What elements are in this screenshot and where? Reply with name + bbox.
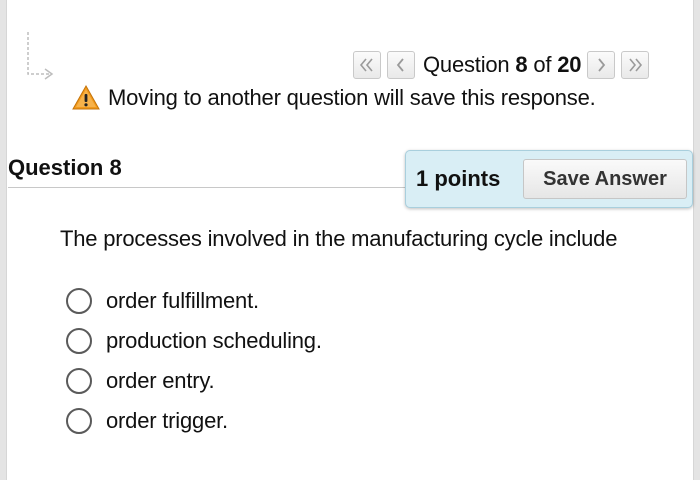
counter-prefix: Question: [423, 52, 516, 77]
save-warning: Moving to another question will save thi…: [72, 84, 596, 112]
right-frame-edge: [693, 0, 700, 480]
answer-option[interactable]: order trigger.: [66, 401, 322, 441]
radio-button[interactable]: [66, 288, 92, 314]
points-label: 1 points: [416, 166, 501, 191]
current-question-number: 8: [515, 52, 528, 77]
first-question-button[interactable]: [353, 51, 381, 79]
chevron-right-icon: [598, 58, 606, 72]
points-panel: 1 points Save Answer: [405, 150, 693, 208]
double-chevron-right-icon: [629, 58, 643, 72]
question-divider: [8, 187, 408, 188]
question-navigation: Question 8 of 20: [353, 49, 650, 81]
answer-option[interactable]: order entry.: [66, 361, 322, 401]
counter-middle: of: [527, 52, 558, 77]
warning-text: Moving to another question will save thi…: [108, 85, 596, 110]
save-answer-button[interactable]: Save Answer: [523, 159, 687, 199]
radio-button[interactable]: [66, 328, 92, 354]
answer-option-label: order trigger.: [106, 408, 228, 433]
next-question-button[interactable]: [587, 51, 616, 79]
warning-triangle-icon: [72, 84, 100, 110]
total-questions-number: 20: [557, 52, 582, 77]
left-frame-edge: [0, 0, 7, 480]
chevron-left-icon: [396, 58, 404, 72]
return-arrow-icon: [27, 32, 54, 80]
answer-option[interactable]: order fulfillment.: [66, 281, 322, 321]
radio-button[interactable]: [66, 408, 92, 434]
question-prompt: The processes involved in the manufactur…: [60, 226, 618, 251]
answer-option-label: production scheduling.: [106, 328, 322, 353]
question-counter: Question 8 of 20: [423, 52, 581, 78]
question-title: Question 8: [8, 155, 122, 180]
previous-question-button[interactable]: [387, 51, 415, 79]
answer-option-label: order entry.: [106, 368, 215, 393]
answer-option-label: order fulfillment.: [106, 288, 259, 313]
answer-option[interactable]: production scheduling.: [66, 321, 322, 361]
radio-button[interactable]: [66, 368, 92, 394]
double-chevron-left-icon: [359, 58, 373, 72]
last-question-button[interactable]: [621, 51, 650, 79]
answer-options: order fulfillment. production scheduling…: [66, 281, 322, 441]
